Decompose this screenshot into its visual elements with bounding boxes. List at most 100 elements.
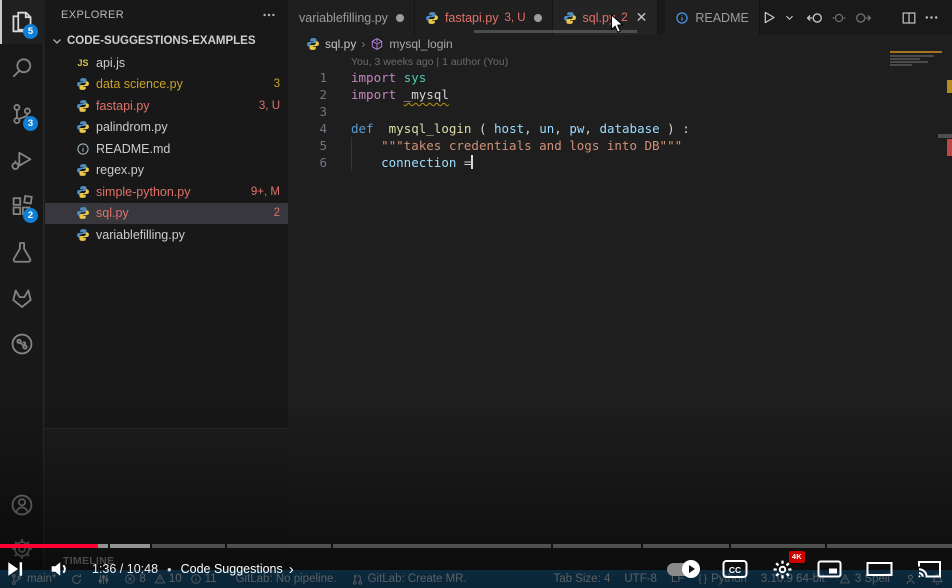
svg-text:CC: CC bbox=[729, 565, 741, 575]
file-name: data science.py bbox=[96, 77, 268, 91]
tab-label: variablefilling.py bbox=[299, 11, 388, 25]
video-controls: 1:36 / 10:48 • Code Suggestions › CC 4K bbox=[0, 552, 952, 586]
activitybar-item-accounts[interactable] bbox=[0, 483, 44, 527]
file-name: simple-python.py bbox=[96, 185, 245, 199]
line-number: 3 bbox=[289, 103, 327, 120]
run-dropdown-chevron-icon[interactable] bbox=[784, 12, 795, 23]
tab-label: sql.py bbox=[583, 11, 616, 25]
miniplayer-icon[interactable] bbox=[817, 559, 842, 579]
file-row-regex-py[interactable]: regex.py bbox=[45, 160, 288, 182]
player-settings-icon[interactable]: 4K bbox=[772, 559, 793, 580]
file-row-api-js[interactable]: JSapi.js bbox=[45, 52, 288, 74]
explorer-header: EXPLORER bbox=[45, 0, 288, 30]
sidebar-lower-pane: TIMELINE bbox=[45, 428, 288, 570]
theater-mode-icon[interactable] bbox=[866, 559, 893, 579]
python-file-icon bbox=[75, 228, 91, 242]
python-file-icon bbox=[75, 120, 91, 134]
symbol-class-icon bbox=[370, 37, 384, 51]
code-text: """takes credentials and logs into DB""" bbox=[351, 137, 682, 154]
file-name: README.md bbox=[96, 142, 280, 156]
editor-actions-right bbox=[901, 0, 939, 35]
next-change-icon[interactable] bbox=[854, 9, 872, 27]
problem-badge: 9+, M bbox=[251, 186, 280, 198]
close-tab-icon[interactable]: ✕ bbox=[636, 9, 648, 26]
quality-badge: 4K bbox=[789, 551, 805, 563]
code-area[interactable]: You, 3 weeks ago | 1 author (You) 1impor… bbox=[289, 54, 929, 171]
file-row-variablefilling-py[interactable]: variablefilling.py bbox=[45, 224, 288, 246]
code-line-5[interactable]: 5 """takes credentials and logs into DB"… bbox=[289, 137, 929, 154]
volume-icon[interactable] bbox=[48, 558, 70, 580]
cast-icon[interactable] bbox=[917, 559, 942, 579]
line-number: 5 bbox=[289, 137, 327, 154]
autoplay-toggle[interactable] bbox=[667, 563, 698, 576]
activitybar-item-gitlab-workflow[interactable] bbox=[0, 322, 44, 366]
file-name: api.js bbox=[96, 56, 280, 70]
previous-change-icon[interactable] bbox=[806, 9, 824, 27]
run-python-file-icon[interactable] bbox=[760, 9, 777, 26]
progress-segment bbox=[152, 544, 225, 548]
explorer-sidebar: EXPLORER CODE-SUGGESTIONS-EXAMPLES JSapi… bbox=[45, 0, 288, 570]
video-time-display: 1:36 / 10:48 bbox=[92, 562, 158, 576]
tab-problem-badge: 2 bbox=[621, 12, 627, 24]
problem-badge: 3, U bbox=[259, 100, 280, 112]
more-actions-icon[interactable] bbox=[924, 10, 939, 25]
python-file-icon bbox=[75, 77, 91, 91]
file-row-simple-python-py[interactable]: simple-python.py 9+, M bbox=[45, 181, 288, 203]
editor-group: variablefilling.pyfastapi.py3, Usql.py2✕… bbox=[289, 0, 952, 570]
file-row-readme-md[interactable]: README.md bbox=[45, 138, 288, 160]
run-debug-icon bbox=[10, 148, 34, 172]
text-cursor bbox=[471, 155, 473, 169]
explorer-more-actions-icon[interactable] bbox=[262, 8, 276, 22]
activitybar-item-testing[interactable] bbox=[0, 230, 44, 274]
code-line-1[interactable]: 1import sys bbox=[289, 69, 929, 86]
gitlab-icon bbox=[10, 286, 34, 310]
captions-icon[interactable]: CC bbox=[722, 559, 748, 579]
file-name: regex.py bbox=[96, 163, 280, 177]
breadcrumb-symbol[interactable]: mysql_login bbox=[389, 37, 452, 51]
code-line-6[interactable]: 6 connection = bbox=[289, 154, 929, 171]
progress-segment bbox=[827, 544, 952, 548]
chapter-title[interactable]: Code Suggestions bbox=[181, 562, 283, 576]
breadcrumb-file[interactable]: sql.py bbox=[325, 37, 356, 51]
activitybar-badge: 2 bbox=[23, 208, 38, 223]
overview-ruler-slider bbox=[938, 134, 952, 138]
folder-section-label: CODE-SUGGESTIONS-EXAMPLES bbox=[67, 35, 256, 47]
file-row-fastapi-py[interactable]: fastapi.py 3, U bbox=[45, 95, 288, 117]
progress-segment bbox=[0, 544, 98, 548]
activitybar-item-run-debug[interactable] bbox=[0, 138, 44, 182]
video-progress-bar[interactable] bbox=[0, 544, 952, 548]
next-video-icon[interactable] bbox=[4, 558, 26, 580]
chevron-down-icon bbox=[49, 33, 65, 49]
tab-variablefilling-py[interactable]: variablefilling.py bbox=[289, 0, 415, 35]
code-line-2[interactable]: 2import _mysql bbox=[289, 86, 929, 103]
file-row-sql-py[interactable]: sql.py2 bbox=[45, 203, 288, 225]
change-marker-icon[interactable] bbox=[831, 10, 847, 26]
overview-ruler-error-marker bbox=[947, 139, 952, 156]
file-row-palindrom-py[interactable]: palindrom.py bbox=[45, 117, 288, 139]
activitybar-item-explorer[interactable]: 5 bbox=[0, 0, 44, 44]
code-line-3[interactable]: 3 bbox=[289, 103, 929, 120]
minimap[interactable] bbox=[890, 51, 942, 67]
activitybar-item-gitlab[interactable] bbox=[0, 276, 44, 320]
chapter-chevron-icon[interactable]: › bbox=[289, 561, 294, 578]
python-file-icon bbox=[75, 163, 91, 177]
file-row-data-science-py[interactable]: data science.py3 bbox=[45, 74, 288, 96]
info-file-icon bbox=[675, 11, 689, 25]
unsaved-dot-icon[interactable] bbox=[396, 14, 404, 22]
folder-section-header[interactable]: CODE-SUGGESTIONS-EXAMPLES bbox=[45, 30, 288, 52]
tabbar-scrollbar[interactable] bbox=[474, 30, 637, 33]
code-line-4[interactable]: 4def mysql_login ( host, un, pw, databas… bbox=[289, 120, 929, 137]
python-file-icon bbox=[306, 37, 320, 51]
unsaved-dot-icon[interactable] bbox=[534, 14, 542, 22]
file-name: sql.py bbox=[96, 206, 268, 220]
tab-readme[interactable]: README bbox=[665, 0, 759, 35]
tab-problem-badge: 3, U bbox=[504, 12, 525, 24]
python-file-icon bbox=[75, 206, 91, 220]
split-editor-icon[interactable] bbox=[901, 10, 917, 26]
file-name: fastapi.py bbox=[96, 99, 253, 113]
activitybar-item-extensions[interactable]: 2 bbox=[0, 184, 44, 228]
activitybar-item-search[interactable] bbox=[0, 46, 44, 90]
activitybar-item-source-control[interactable]: 3 bbox=[0, 92, 44, 136]
autoplay-knob bbox=[682, 560, 700, 578]
activity-bar: 5 3 2 bbox=[0, 0, 44, 570]
